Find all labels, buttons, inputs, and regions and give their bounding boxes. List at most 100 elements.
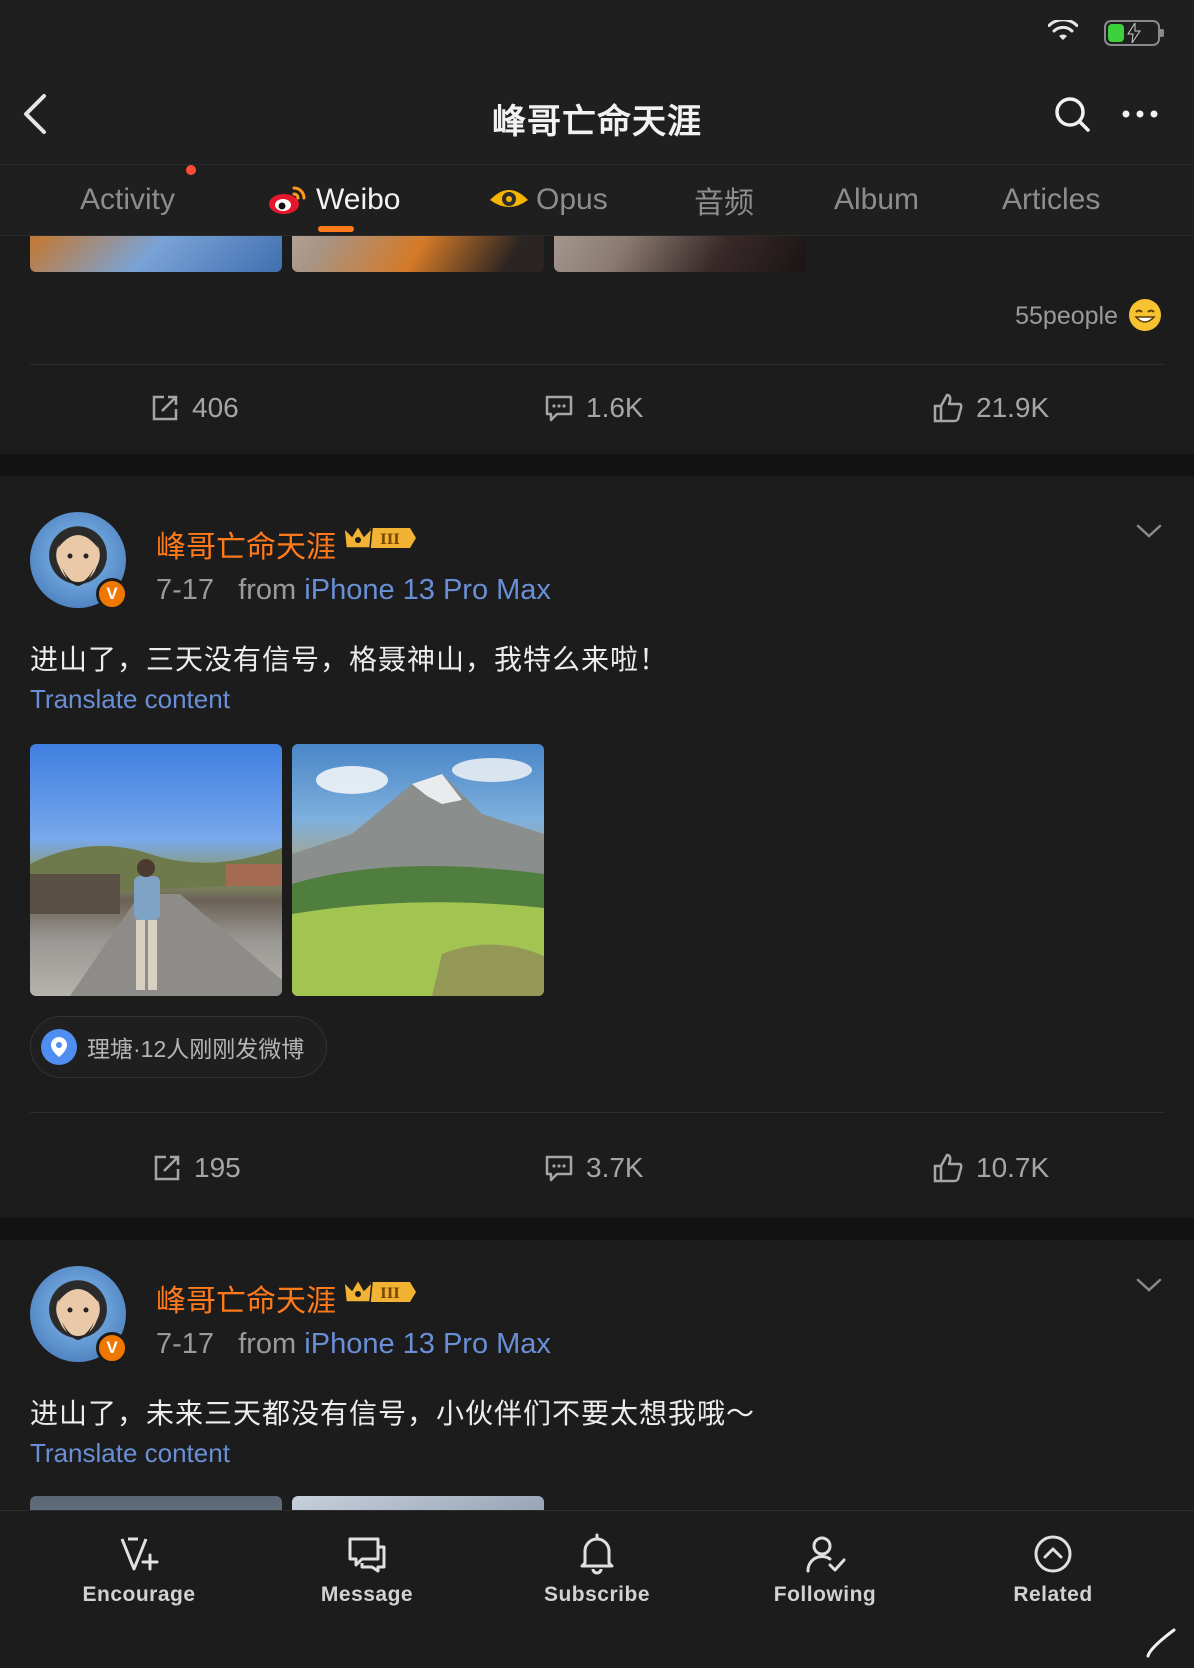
location-text: 理塘·12人刚刚发微博 bbox=[87, 1036, 305, 1062]
vip-level-text: III bbox=[380, 1286, 400, 1302]
app-root: 峰哥亡命天涯 Activity Weibo Opus 音频 Album Arti… bbox=[0, 0, 1194, 1668]
repost-button[interactable]: 406 bbox=[150, 386, 239, 430]
pencil-icon[interactable] bbox=[1144, 1624, 1180, 1660]
bottom-label: Subscribe bbox=[543, 1583, 651, 1606]
verified-badge: V bbox=[96, 578, 128, 610]
bottom-label: Following bbox=[773, 1583, 877, 1606]
post-card: 55people 406 1.6K 21.9K bbox=[0, 236, 1194, 454]
bottom-toolbar: Encourage Message Subscribe Following Re… bbox=[0, 1510, 1194, 1668]
message-button[interactable]: Message bbox=[292, 1533, 442, 1607]
active-tab-indicator bbox=[318, 226, 354, 232]
message-icon bbox=[348, 1537, 386, 1573]
tab-label: Activity bbox=[80, 183, 176, 216]
post-card: V 峰哥亡命天涯 III 7-17 from iPhone 13 Pro Max… bbox=[0, 1240, 1194, 1510]
translate-link[interactable]: Translate content bbox=[30, 684, 230, 715]
chevron-down-icon[interactable] bbox=[1134, 1270, 1164, 1300]
post-image[interactable] bbox=[554, 236, 806, 272]
comment-icon bbox=[545, 395, 573, 422]
post-meta: 7-17 from iPhone 13 Pro Max bbox=[156, 1328, 551, 1361]
comment-icon bbox=[545, 1155, 573, 1182]
comment-count: 3.7K bbox=[586, 1152, 644, 1183]
post-meta: 7-17 from iPhone 13 Pro Max bbox=[156, 574, 551, 607]
opus-eye-icon bbox=[490, 190, 528, 207]
more-icon[interactable] bbox=[1120, 94, 1160, 134]
post-image[interactable] bbox=[292, 1496, 544, 1510]
tab-label: Opus bbox=[536, 183, 608, 216]
comment-button[interactable]: 1.6K bbox=[544, 386, 644, 430]
post-image[interactable] bbox=[292, 744, 544, 996]
search-icon[interactable] bbox=[1052, 94, 1092, 134]
bell-icon bbox=[580, 1533, 614, 1575]
repost-icon bbox=[152, 395, 178, 421]
bottom-label: Related bbox=[1013, 1583, 1093, 1606]
post-image[interactable] bbox=[30, 1496, 282, 1510]
post-text: 进山了，三天没有信号，格聂神山，我特么来啦！ bbox=[30, 644, 669, 675]
following-button[interactable]: Following bbox=[750, 1533, 900, 1607]
tab-weibo[interactable]: Weibo bbox=[268, 175, 401, 225]
reaction-people-count[interactable]: 55people bbox=[1015, 302, 1118, 331]
encourage-icon bbox=[120, 1537, 159, 1571]
traveler-photo-icon bbox=[30, 846, 282, 996]
like-count: 10.7K bbox=[976, 1152, 1050, 1183]
post-date: 7-17 bbox=[156, 1328, 215, 1360]
tab-activity[interactable]: Activity bbox=[80, 175, 175, 225]
tab-album[interactable]: Album bbox=[834, 175, 919, 225]
location-chip[interactable]: 理塘·12人刚刚发微博 bbox=[30, 1016, 328, 1078]
repost-count: 406 bbox=[192, 392, 239, 423]
post-image[interactable] bbox=[30, 236, 282, 272]
bottom-label: Encourage bbox=[82, 1583, 196, 1606]
from-label: from bbox=[238, 574, 297, 606]
notification-dot bbox=[186, 165, 196, 175]
tab-opus[interactable]: Opus bbox=[488, 175, 608, 225]
author-name[interactable]: 峰哥亡命天涯 bbox=[156, 522, 336, 566]
like-count: 21.9K bbox=[976, 392, 1050, 423]
post-image[interactable] bbox=[30, 744, 282, 996]
vip-crown-icon: III bbox=[343, 524, 416, 549]
page-title: 峰哥亡命天涯 bbox=[492, 103, 702, 141]
tab-label: Articles bbox=[1002, 183, 1101, 216]
tab-label: Weibo bbox=[316, 183, 401, 216]
post-source[interactable]: iPhone 13 Pro Max bbox=[304, 574, 551, 606]
comment-button[interactable]: 3.7K bbox=[544, 1146, 644, 1190]
divider bbox=[30, 1112, 1164, 1113]
battery-icon bbox=[1104, 20, 1164, 46]
post-image[interactable] bbox=[292, 236, 544, 272]
feed[interactable]: 55people 406 1.6K 21.9K V 峰哥亡命天涯 III 7-1… bbox=[0, 236, 1194, 1510]
status-bar bbox=[0, 0, 1194, 64]
repost-icon bbox=[154, 1155, 180, 1181]
related-button[interactable]: Related bbox=[978, 1533, 1128, 1607]
encourage-button[interactable]: Encourage bbox=[64, 1533, 214, 1607]
translate-link[interactable]: Translate content bbox=[30, 1438, 230, 1469]
like-button[interactable]: 21.9K bbox=[932, 386, 1049, 430]
vip-level-text: III bbox=[380, 532, 400, 548]
location-pin-icon bbox=[41, 1029, 77, 1065]
from-label: from bbox=[238, 1328, 297, 1360]
comment-count: 1.6K bbox=[586, 392, 644, 423]
card-separator bbox=[0, 1218, 1194, 1240]
tab-audio[interactable]: 音频 bbox=[694, 175, 754, 225]
thumbs-up-icon bbox=[933, 393, 963, 423]
vip-crown-icon: III bbox=[343, 1278, 416, 1303]
tab-label: Album bbox=[834, 183, 920, 216]
bottom-label: Message bbox=[320, 1583, 414, 1606]
thumbs-up-icon bbox=[933, 1153, 963, 1183]
nav-bar: 峰哥亡命天涯 bbox=[0, 64, 1194, 164]
like-button[interactable]: 10.7K bbox=[932, 1146, 1049, 1190]
post-card: V 峰哥亡命天涯 III 7-17 from iPhone 13 Pro Max… bbox=[0, 476, 1194, 1136]
author-name[interactable]: 峰哥亡命天涯 bbox=[156, 1276, 336, 1320]
tab-articles[interactable]: Articles bbox=[1002, 175, 1100, 225]
card-separator bbox=[0, 454, 1194, 476]
post-date: 7-17 bbox=[156, 574, 215, 606]
chevron-down-icon[interactable] bbox=[1134, 516, 1164, 546]
post-source[interactable]: iPhone 13 Pro Max bbox=[304, 1328, 551, 1360]
grin-emoji-icon bbox=[1129, 299, 1161, 331]
related-up-icon bbox=[1034, 1535, 1072, 1573]
profile-tabs: Activity Weibo Opus 音频 Album Articles bbox=[0, 164, 1194, 236]
mountain-photo-icon bbox=[292, 758, 544, 996]
subscribe-button[interactable]: Subscribe bbox=[522, 1533, 672, 1607]
tab-label: 音频 bbox=[694, 187, 754, 220]
repost-button[interactable]: 195 bbox=[152, 1146, 241, 1190]
verified-badge: V bbox=[96, 1332, 128, 1364]
post-text: 进山了，未来三天都没有信号，小伙伴们不要太想我哦～ bbox=[30, 1398, 756, 1429]
weibo-logo-icon bbox=[269, 186, 306, 214]
